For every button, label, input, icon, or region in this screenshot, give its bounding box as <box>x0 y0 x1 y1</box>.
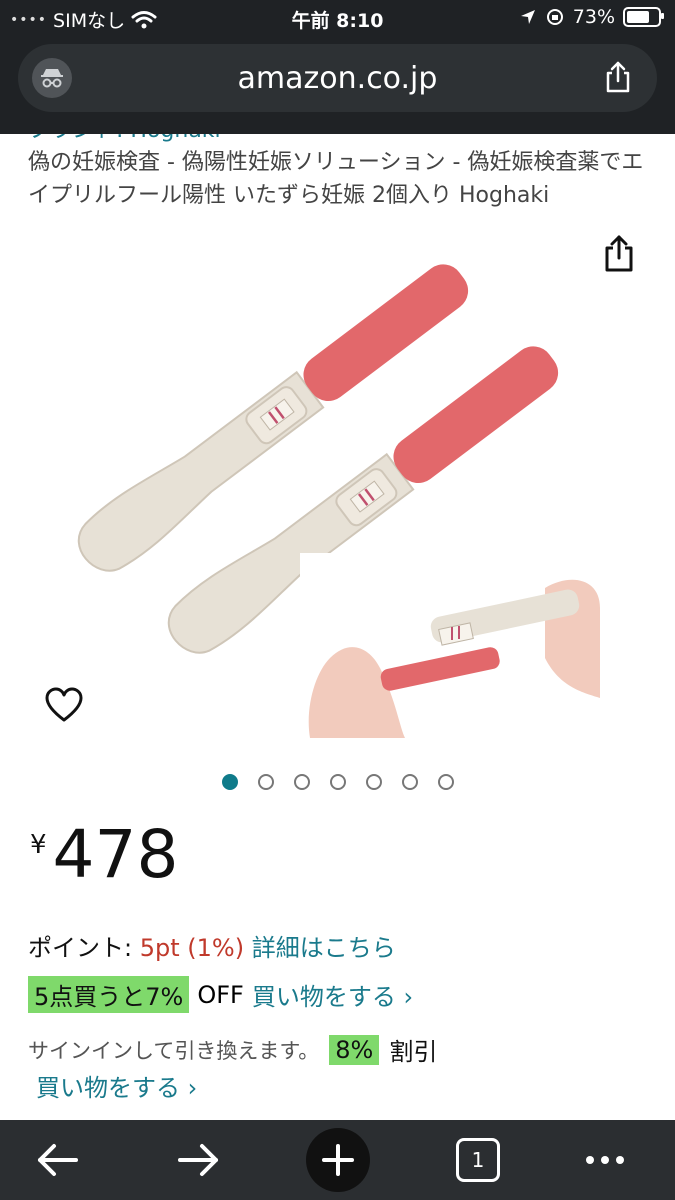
signin-text: サインインして引き換えます。 <box>28 1038 320 1063</box>
carousel-dot[interactable] <box>221 774 238 790</box>
forward-arrow-icon[interactable] <box>170 1132 226 1188</box>
points-percent: (1%) <box>187 934 245 962</box>
browser-toolbar: 1 <box>0 1120 675 1200</box>
carousel-dot[interactable] <box>401 774 418 790</box>
location-icon <box>520 10 535 24</box>
signin-discount-row: サインインして引き換えます。 8% 割引 <box>28 1032 437 1067</box>
price: ¥ 478 <box>30 822 179 888</box>
rotation-lock-icon <box>546 9 563 25</box>
status-bar: •••• SIMなし 午前 8:10 73% <box>0 0 675 38</box>
address-bar[interactable]: amazon.co.jp <box>18 44 657 112</box>
signin-discount-label: 割引 <box>389 1038 438 1066</box>
browser-header: amazon.co.jp <box>0 38 675 134</box>
bulk-off-label: OFF <box>197 980 244 1009</box>
carousel-dot[interactable] <box>329 774 346 790</box>
bulk-discount-badge: 5点買うと7% <box>28 976 190 1013</box>
carousel-dot[interactable] <box>437 774 454 790</box>
carousel-dot[interactable] <box>293 774 310 790</box>
carousel-dot[interactable] <box>365 774 382 790</box>
share-icon[interactable] <box>601 234 637 274</box>
brand-link[interactable]: ブランド: Hoghaki <box>28 134 221 144</box>
image-carousel-indicator <box>0 774 675 790</box>
new-tab-button[interactable] <box>306 1128 370 1192</box>
page-content: ブランド: Hoghaki 偽の妊娠検査 - 偽陽性妊娠ソリューション - 偽妊… <box>0 134 675 1120</box>
tab-count: 1 <box>456 1138 500 1182</box>
signin-shop-link[interactable]: 買い物をする › <box>36 1068 197 1103</box>
bulk-shop-link[interactable]: 買い物をする › <box>252 977 413 1012</box>
battery-percent: 73% <box>572 6 615 28</box>
plus-icon <box>322 1144 354 1176</box>
product-title: 偽の妊娠検査 - 偽陽性妊娠ソリューション - 偽妊娠検査薬でエイプリルフール陽… <box>28 150 644 208</box>
bulk-discount-row: 5点買うと7% OFF 買い物をする › <box>28 976 413 1013</box>
heart-icon[interactable] <box>44 686 84 726</box>
url-text[interactable]: amazon.co.jp <box>18 61 657 96</box>
points-row: ポイント: 5pt (1%) 詳細はこちら <box>28 928 396 963</box>
tab-switcher-button[interactable]: 1 <box>450 1132 506 1188</box>
currency-symbol: ¥ <box>30 830 47 860</box>
back-arrow-icon[interactable] <box>30 1132 86 1188</box>
product-image[interactable] <box>0 218 675 778</box>
points-value: 5pt <box>139 934 180 962</box>
battery-icon <box>623 7 664 27</box>
share-icon[interactable] <box>601 60 635 94</box>
points-details-link[interactable]: 詳細はこちら <box>252 934 396 962</box>
status-right: 73% <box>519 6 664 28</box>
points-label: ポイント: <box>28 934 140 962</box>
price-amount: 478 <box>52 816 179 893</box>
carousel-dot[interactable] <box>257 774 274 790</box>
signin-discount-badge: 8% <box>329 1034 380 1065</box>
more-icon[interactable] <box>578 1132 634 1188</box>
